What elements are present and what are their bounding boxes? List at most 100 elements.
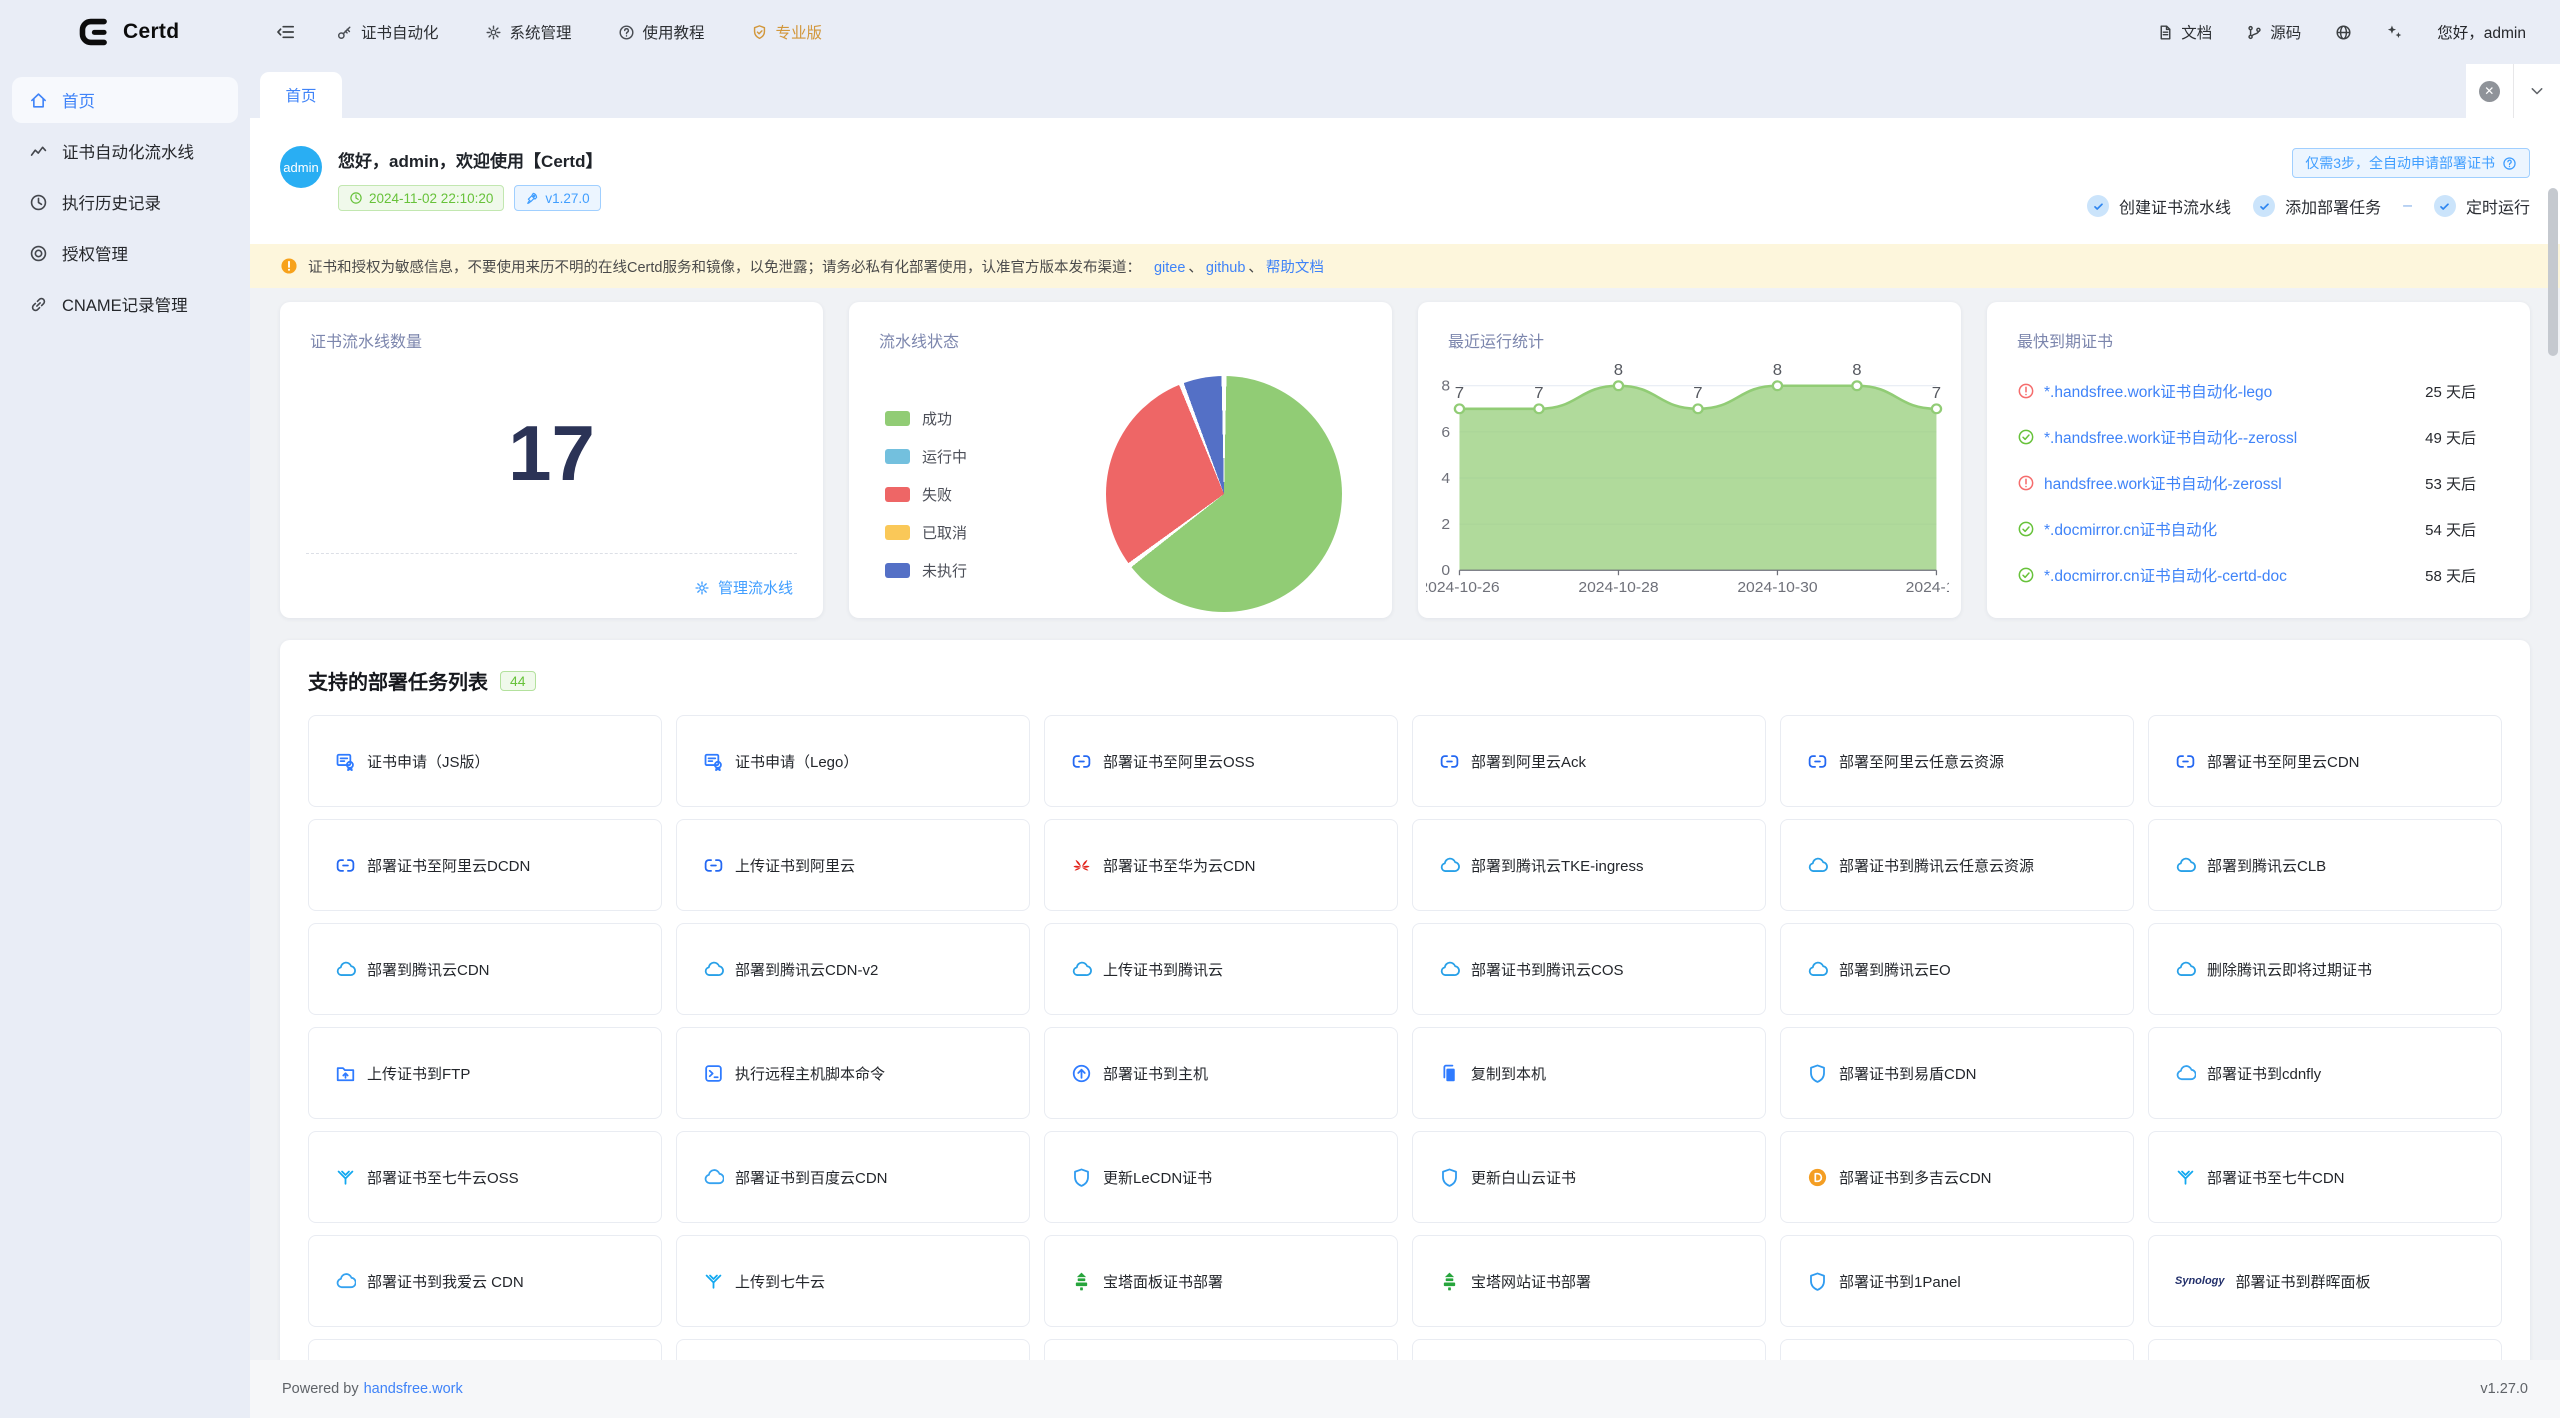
- svg-text:8: 8: [1441, 378, 1450, 395]
- sidebar-item[interactable]: 首页: [12, 77, 238, 123]
- task-tencent[interactable]: 部署证书到腾讯云COS: [1412, 923, 1766, 1015]
- close-icon: ✕: [2479, 81, 2500, 102]
- task-tencent[interactable]: 部署到腾讯云CDN-v2: [676, 923, 1030, 1015]
- close-tab-button[interactable]: ✕: [2466, 64, 2513, 118]
- task-doge[interactable]: 部署证书到多吉云CDN: [1780, 1131, 2134, 1223]
- task-qiniu[interactable]: 上传到七牛云: [676, 1235, 1030, 1327]
- user-greeting[interactable]: 您好，admin: [2437, 21, 2526, 43]
- topbar-menu-item[interactable]: 系统管理: [485, 21, 572, 43]
- task-tencent[interactable]: 部署到腾讯云CLB: [2148, 819, 2502, 911]
- status-chart: 成功运行中失败已取消未执行: [849, 352, 1392, 612]
- notice-link[interactable]: 帮助文档: [1266, 260, 1324, 276]
- task-host[interactable]: 部署证书到主机: [1044, 1027, 1398, 1119]
- legend-item[interactable]: 成功: [885, 408, 967, 429]
- card-title: 证书流水线数量: [280, 302, 823, 352]
- task-script[interactable]: 执行远程主机脚本命令: [676, 1027, 1030, 1119]
- task-tencent[interactable]: 部署证书到腾讯云任意云资源: [1780, 819, 2134, 911]
- topbar-right: 文档 源码 您好，admin: [2157, 21, 2560, 43]
- task-tencent[interactable]: 部署到腾讯云CDN: [308, 923, 662, 1015]
- tab-actions: ✕: [2466, 64, 2560, 118]
- task-qiniu[interactable]: 部署证书至七牛CDN: [2148, 1131, 2502, 1223]
- task-qiniu[interactable]: 部署证书至七牛云OSS: [308, 1131, 662, 1223]
- notice-link[interactable]: github: [1206, 260, 1246, 276]
- legend-item[interactable]: 已取消: [885, 522, 967, 543]
- task-shield[interactable]: 部署证书到易盾CDN: [1780, 1027, 2134, 1119]
- task-aliyun[interactable]: 部署到阿里云Ack: [1412, 715, 1766, 807]
- excl-icon: [2017, 474, 2035, 492]
- tencent-icon: [1439, 855, 1460, 876]
- brand[interactable]: Certd: [0, 14, 250, 50]
- task-aliyun[interactable]: 上传证书到阿里云: [676, 819, 1030, 911]
- avatar[interactable]: admin: [280, 146, 322, 188]
- sidebar: 首页证书自动化流水线执行历史记录授权管理 CNAME记录管理: [0, 64, 250, 1418]
- task-copy[interactable]: 复制到本机: [1412, 1027, 1766, 1119]
- topbar-link[interactable]: [2386, 21, 2403, 43]
- task-shield[interactable]: 更新LeCDN证书: [1044, 1131, 1398, 1223]
- sidebar-item[interactable]: CNAME记录管理: [12, 281, 238, 327]
- topbar-menu-item[interactable]: 证书自动化: [336, 21, 439, 43]
- task-bt[interactable]: 宝塔面板证书部署: [1044, 1235, 1398, 1327]
- promo-badge[interactable]: 仅需3步，全自动申请部署证书: [2292, 148, 2530, 178]
- notice-link[interactable]: gitee: [1154, 260, 1185, 276]
- expiring-certs-list: *.handsfree.work证书自动化-lego25 天后*.handsfr…: [1987, 352, 2530, 598]
- expiring-cert-link[interactable]: *.docmirror.cn证书自动化: [2044, 518, 2217, 540]
- sidebar-item[interactable]: 授权管理: [12, 230, 238, 276]
- task-synology[interactable]: Synology部署证书到群晖面板: [2148, 1235, 2502, 1327]
- expiring-cert-link[interactable]: handsfree.work证书自动化-zerossl: [2044, 472, 2282, 494]
- bt-icon: [1071, 1271, 1092, 1292]
- welcome-section: admin 您好，admin，欢迎使用【Certd】 2024-11-02 22…: [250, 118, 2560, 244]
- sparkles-icon: [2386, 24, 2403, 41]
- expiring-cert-link[interactable]: *.handsfree.work证书自动化-lego: [2044, 380, 2272, 402]
- sidebar-item[interactable]: 证书自动化流水线: [12, 128, 238, 174]
- aliyun-icon: [703, 855, 724, 876]
- doge-icon: [1807, 1167, 1828, 1188]
- task-aliyun[interactable]: 部署至阿里云任意云资源: [1780, 715, 2134, 807]
- tab-home[interactable]: 首页: [260, 72, 342, 118]
- collapse-sidebar-button[interactable]: [276, 22, 296, 42]
- task-tencent[interactable]: 删除腾讯云即将过期证书: [2148, 923, 2502, 1015]
- topbar-menu-item[interactable]: 使用教程: [618, 21, 705, 43]
- topbar: Certd 证书自动化 系统管理 使用教程 专业版 文档 源码 您好，admin: [0, 0, 2560, 64]
- expiring-cert-link[interactable]: *.handsfree.work证书自动化--zerossl: [2044, 426, 2297, 448]
- topbar-link[interactable]: 文档: [2157, 21, 2212, 43]
- task-cloud[interactable]: 部署证书到百度云CDN: [676, 1131, 1030, 1223]
- task-shield[interactable]: 更新白山云证书: [1412, 1131, 1766, 1223]
- tasks-title: 支持的部署任务列表: [308, 666, 488, 695]
- legend-item[interactable]: 失败: [885, 484, 967, 505]
- task-cert[interactable]: 证书申请（JS版）: [308, 715, 662, 807]
- task-aliyun[interactable]: 部署证书至阿里云DCDN: [308, 819, 662, 911]
- task-tencent[interactable]: 上传证书到腾讯云: [1044, 923, 1398, 1015]
- task-cloud[interactable]: 部署证书到cdnfly: [2148, 1027, 2502, 1119]
- tencent-icon: [2175, 959, 2196, 980]
- legend-item[interactable]: 未执行: [885, 560, 967, 581]
- collapse-tabbar-button[interactable]: [2513, 64, 2560, 118]
- task-ftp[interactable]: 上传证书到FTP: [308, 1027, 662, 1119]
- task-bt[interactable]: 宝塔网站证书部署: [1412, 1235, 1766, 1327]
- task-cloud[interactable]: 部署证书到我爱云 CDN: [308, 1235, 662, 1327]
- handsfree-link[interactable]: handsfree.work: [364, 1381, 463, 1397]
- topbar-link[interactable]: 源码: [2246, 21, 2301, 43]
- check-icon: [2438, 200, 2451, 213]
- svg-text:7: 7: [1455, 384, 1464, 402]
- runs-area-chart: 024682024-10-262024-10-282024-10-302024-…: [1426, 356, 1949, 604]
- topbar-link[interactable]: [2335, 21, 2352, 43]
- expiring-cert-link[interactable]: *.docmirror.cn证书自动化-certd-doc: [2044, 564, 2287, 586]
- svg-text:8: 8: [1852, 361, 1861, 379]
- manage-pipelines-link[interactable]: 管理流水线: [694, 577, 793, 598]
- task-aliyun[interactable]: 部署证书至阿里云OSS: [1044, 715, 1398, 807]
- tabbar: 首页 ✕: [250, 64, 2560, 118]
- task-huawei[interactable]: 部署证书至华为云CDN: [1044, 819, 1398, 911]
- task-tencent[interactable]: 部署到腾讯云TKE-ingress: [1412, 819, 1766, 911]
- bt-icon: [1439, 1271, 1460, 1292]
- scrollbar-thumb[interactable]: [2548, 188, 2558, 356]
- step-separator: –: [2403, 197, 2412, 215]
- topbar-menu-item[interactable]: 专业版: [751, 21, 823, 43]
- task-cert[interactable]: 证书申请（Lego）: [676, 715, 1030, 807]
- task-shield[interactable]: 部署证书到1Panel: [1780, 1235, 2134, 1327]
- task-aliyun[interactable]: 部署证书至阿里云CDN: [2148, 715, 2502, 807]
- legend-item[interactable]: 运行中: [885, 446, 967, 467]
- sidebar-item[interactable]: 执行历史记录: [12, 179, 238, 225]
- expiring-cert-days: 54 天后: [2425, 519, 2504, 540]
- task-tencent[interactable]: 部署到腾讯云EO: [1780, 923, 2134, 1015]
- gear-icon: [694, 580, 710, 596]
